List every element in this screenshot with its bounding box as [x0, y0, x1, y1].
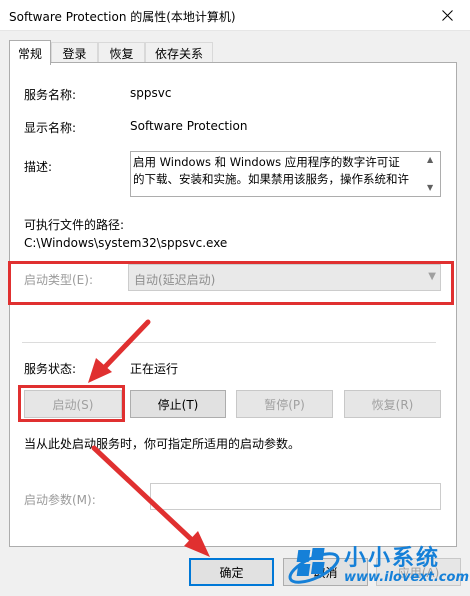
window-title: Software Protection 的属性(本地计算机): [9, 10, 236, 24]
pause-button[interactable]: 暂停(P): [236, 390, 333, 418]
service-status-label: 服务状态:: [24, 362, 77, 376]
startup-type-select[interactable]: 自动(延迟启动) ▼: [128, 264, 441, 291]
watermark-logo-icon: [288, 548, 340, 584]
ok-button[interactable]: 确定: [189, 558, 274, 586]
service-status-value: 正在运行: [130, 362, 179, 376]
start-params-input[interactable]: [150, 483, 441, 510]
tab-recovery[interactable]: 恢复: [98, 42, 145, 64]
divider: [22, 342, 436, 343]
scroll-up-arrow-icon[interactable]: ▲: [427, 155, 433, 164]
start-button[interactable]: 启动(S): [24, 390, 122, 418]
resume-button[interactable]: 恢复(R): [344, 390, 441, 418]
exe-path-label: 可执行文件的路径:: [24, 218, 125, 232]
close-button[interactable]: [424, 0, 470, 31]
tab-logon[interactable]: 登录: [51, 42, 98, 64]
close-icon: [441, 10, 453, 21]
service-name-value: sppsvc: [130, 86, 172, 100]
description-scrollbar[interactable]: ▲ ▼: [423, 152, 440, 196]
service-name-label: 服务名称:: [24, 88, 77, 102]
title-bar: Software Protection 的属性(本地计算机): [0, 0, 470, 31]
description-text: 启用 Windows 和 Windows 应用程序的数字许可证 的下载、安装和实…: [133, 155, 409, 186]
start-params-hint: 当从此处启动服务时，你可指定所适用的启动参数。: [24, 437, 301, 451]
description-label: 描述:: [24, 160, 53, 174]
tab-dependencies[interactable]: 依存关系: [145, 42, 213, 64]
description-textbox[interactable]: 启用 Windows 和 Windows 应用程序的数字许可证 的下载、安装和实…: [130, 151, 441, 197]
watermark-url: www.ilovext.com: [344, 570, 469, 585]
watermark-title: 小小系统: [344, 546, 441, 571]
display-name-label: 显示名称:: [24, 121, 77, 135]
startup-type-label: 启动类型(E):: [24, 273, 93, 287]
display-name-value: Software Protection: [130, 119, 248, 133]
watermark: 小小系统 www.ilovext.com: [282, 536, 469, 594]
start-params-label: 启动参数(M):: [24, 493, 96, 507]
chevron-down-icon: ▼: [428, 271, 436, 282]
startup-type-value: 自动(延迟启动): [134, 273, 216, 287]
stop-button[interactable]: 停止(T): [130, 390, 226, 418]
tab-general[interactable]: 常规: [9, 40, 51, 65]
exe-path-value: C:\Windows\system32\sppsvc.exe: [24, 236, 228, 250]
scroll-down-arrow-icon[interactable]: ▼: [427, 183, 433, 192]
general-tab-panel: 服务名称: sppsvc 显示名称: Software Protection 描…: [9, 62, 457, 547]
